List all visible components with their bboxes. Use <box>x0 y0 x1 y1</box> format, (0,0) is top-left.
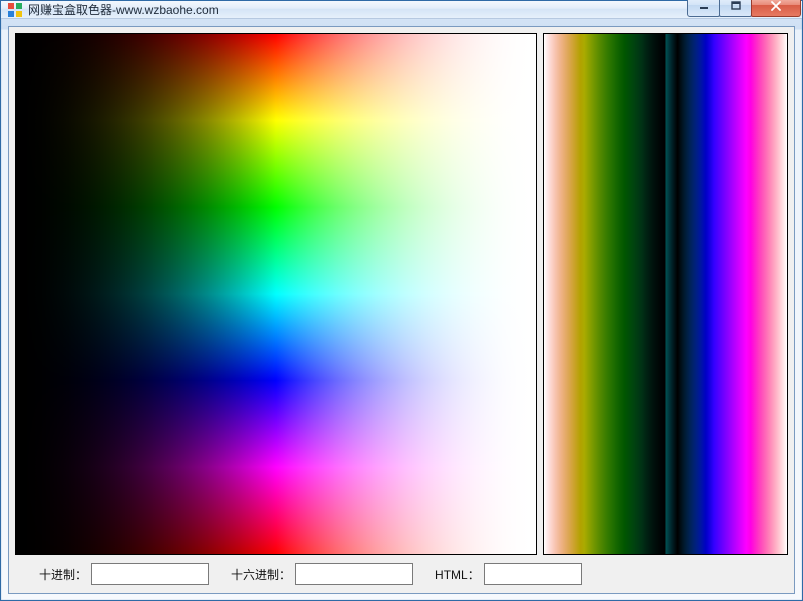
decimal-label: 十进制： <box>39 566 87 583</box>
window-controls <box>688 0 801 16</box>
hex-input[interactable] <box>295 563 413 585</box>
close-button[interactable] <box>751 0 801 17</box>
color-field-secondary[interactable] <box>543 33 788 555</box>
client-area: 十进制： 十六进制： HTML： <box>8 26 795 594</box>
hsv-gradient-main <box>16 34 536 554</box>
app-icon <box>7 2 23 18</box>
titlebar[interactable]: 网赚宝盒取色器-www.wzbaohe.com <box>1 1 802 19</box>
hex-label: 十六进制： <box>231 566 291 583</box>
palette-row <box>15 33 788 555</box>
maximize-button[interactable] <box>719 0 752 17</box>
minimize-icon <box>699 1 709 11</box>
decimal-input[interactable] <box>91 563 209 585</box>
app-window: 网赚宝盒取色器-www.wzbaohe.com 十进 <box>0 0 803 601</box>
readout-bar: 十进制： 十六进制： HTML： <box>15 555 788 593</box>
close-icon <box>770 1 782 11</box>
color-field-main[interactable] <box>15 33 537 555</box>
window-title: 网赚宝盒取色器-www.wzbaohe.com <box>28 1 219 18</box>
maximize-icon <box>731 1 741 11</box>
html-label: HTML： <box>435 566 480 583</box>
minimize-button[interactable] <box>687 0 720 17</box>
hsv-gradient-secondary <box>544 34 787 554</box>
html-input[interactable] <box>484 563 582 585</box>
